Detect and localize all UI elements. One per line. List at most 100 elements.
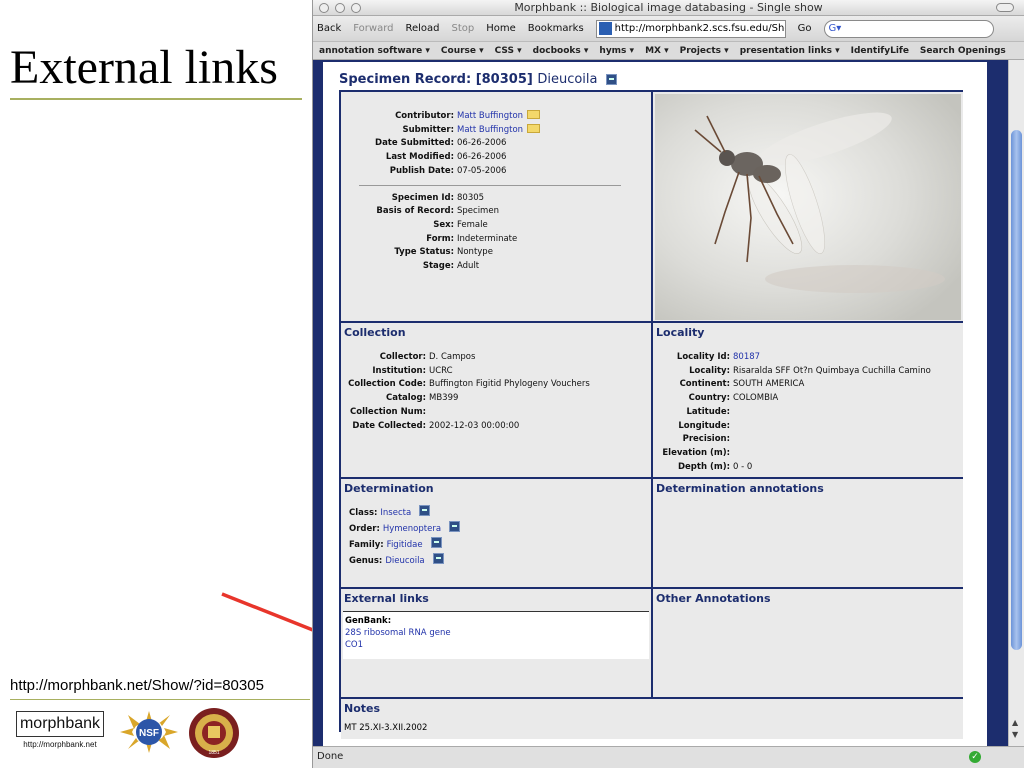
field-row: Form: Indeterminate xyxy=(341,233,651,247)
reload-button[interactable]: Reload xyxy=(406,23,440,34)
email-icon[interactable] xyxy=(527,123,541,133)
morphbank-logo-text: morphbank xyxy=(16,711,104,737)
email-icon[interactable] xyxy=(527,110,541,119)
status-text: Done xyxy=(317,751,344,762)
search-field[interactable]: G▾ xyxy=(823,19,994,38)
record-grid: Contributor: Matt Buffington Submitter: Mat… xyxy=(339,90,963,739)
field-value: Adult xyxy=(457,261,480,272)
scroll-down-icon[interactable]: ▼ xyxy=(1012,730,1018,739)
field-value[interactable]: Insecta xyxy=(380,505,411,521)
bookmark-item[interactable]: IdentifyLife xyxy=(851,46,909,56)
bookmark-item[interactable]: hyms ▾ xyxy=(599,46,634,56)
genbank-28s-link[interactable]: 28S ribosomal RNA gene xyxy=(345,627,647,639)
field-label: Publish Date: xyxy=(389,165,454,176)
bookmark-item[interactable]: CSS ▾ xyxy=(495,46,522,56)
field-row: Collector: D. Campos xyxy=(341,351,651,365)
field-label: Longitude: xyxy=(678,420,730,431)
bookmark-item[interactable]: MX ▾ xyxy=(645,46,669,56)
collection-heading: Collection xyxy=(344,326,406,339)
specimen-list: Specimen Id: 80305 Basis of Record: Specime… xyxy=(341,192,651,274)
nsf-logo: NSF xyxy=(120,711,178,753)
record-title-text: Specimen Record: [80305] xyxy=(339,72,533,87)
collection-list: Collector: D. Campos Institution: UCRC Colle… xyxy=(341,339,651,433)
field-value: Indeterminate xyxy=(457,233,518,244)
morphbank-logo-url: http://morphbank.net xyxy=(23,740,97,749)
zoom-window-icon[interactable] xyxy=(351,3,361,13)
field-value: 06-26-2006 xyxy=(457,152,507,163)
field-value: SOUTH AMERICA xyxy=(733,379,805,390)
field-label: Institution: xyxy=(372,365,426,376)
field-label: Contributor: xyxy=(395,111,454,121)
go-button[interactable]: Go xyxy=(798,23,812,34)
bookmark-item[interactable]: annotation software ▾ xyxy=(319,46,430,56)
fsu-seal: 1851 xyxy=(189,708,239,758)
field-label: Genus: xyxy=(349,556,383,566)
field-row: Depth (m): 0 - 0 xyxy=(653,461,963,475)
field-label: Last Modified: xyxy=(385,152,454,163)
record-metadata-cell: Contributor: Matt Buffington Submitter: Mat… xyxy=(341,92,651,321)
address-bar[interactable]: http://morphbank2.scs.fsu.edu/Show xyxy=(595,19,786,38)
field-label: Family: xyxy=(349,540,384,550)
bookmark-item[interactable]: docbooks ▾ xyxy=(533,46,589,56)
field-label: Continent: xyxy=(679,379,730,390)
bookmark-item[interactable]: Course ▾ xyxy=(441,46,484,56)
toolbar-toggle-icon[interactable] xyxy=(996,3,1014,12)
title-rule xyxy=(10,98,302,100)
field-row: Contributor: Matt Buffington xyxy=(341,110,651,124)
field-row: Stage: Adult xyxy=(341,260,651,274)
stop-button[interactable]: Stop xyxy=(452,23,475,34)
taxon-calendar-icon[interactable] xyxy=(449,521,461,532)
bookmarks-button[interactable]: Bookmarks xyxy=(528,23,584,34)
metadata-list: Contributor: Matt Buffington Submitter: Mat… xyxy=(341,92,651,179)
field-value[interactable]: Matt Buffington xyxy=(457,110,523,124)
field-value[interactable]: Dieucoila xyxy=(385,553,424,569)
minimize-window-icon[interactable] xyxy=(335,3,345,13)
specimen-image[interactable] xyxy=(655,94,961,320)
taxon-calendar-icon[interactable] xyxy=(430,537,442,548)
field-label: Precision: xyxy=(682,434,730,445)
determination-annotations-cell: Determination annotations xyxy=(653,479,963,587)
bookmark-item[interactable]: Search Openings xyxy=(920,46,1006,56)
taxon-calendar-icon[interactable] xyxy=(419,505,431,516)
field-value[interactable]: Figitidae xyxy=(387,537,423,553)
back-button[interactable]: Back xyxy=(317,23,341,34)
notes-heading: Notes xyxy=(344,702,381,715)
field-label: Collection Code: xyxy=(348,379,426,390)
site-favicon-icon xyxy=(598,22,612,35)
field-row: Last Modified: 06-26-2006 xyxy=(341,151,651,165)
field-row: Institution: UCRC xyxy=(341,365,651,379)
page-content: Specimen Record: [80305] Dieucoila Contr… xyxy=(323,62,987,746)
notes-text: MT 25.XI-3.XII.2002 xyxy=(344,723,428,733)
field-value[interactable]: Matt Buffington xyxy=(457,124,523,138)
field-row: Collection Code: Buffington Figitid Phylo… xyxy=(341,378,651,392)
browser-window: Morphbank :: Biological image databasing… xyxy=(312,0,1024,768)
field-label: Class: xyxy=(349,508,378,518)
home-button[interactable]: Home xyxy=(486,23,516,34)
field-value[interactable]: Hymenoptera xyxy=(383,521,441,537)
taxon-calendar-icon[interactable] xyxy=(432,553,444,564)
nsf-logo-text: NSF xyxy=(139,728,159,739)
scrollbar-thumb[interactable] xyxy=(1011,130,1022,650)
field-value[interactable]: 80187 xyxy=(733,351,760,365)
field-row: Collection Num: xyxy=(341,406,651,420)
field-row: Submitter: Matt Buffington xyxy=(341,123,651,138)
genbank-label: GenBank: xyxy=(345,616,392,626)
field-label: Locality: xyxy=(689,365,730,376)
record-calendar-icon[interactable] xyxy=(606,74,618,85)
field-label: Basis of Record: xyxy=(376,206,454,217)
bookmark-item[interactable]: Projects ▾ xyxy=(680,46,729,56)
field-value: D. Campos xyxy=(429,352,476,362)
browser-toolbar: Back Forward Reload Stop Home Bookmarks … xyxy=(313,16,1024,42)
close-window-icon[interactable] xyxy=(319,3,329,13)
scroll-up-icon[interactable]: ▲ xyxy=(1012,718,1018,727)
genbank-co1-link[interactable]: CO1 xyxy=(345,639,647,651)
bookmark-item[interactable]: presentation links ▾ xyxy=(740,46,840,56)
caption-rule xyxy=(10,699,310,700)
forward-button[interactable]: Forward xyxy=(353,23,393,34)
field-row: Class: Insecta xyxy=(341,505,651,521)
vertical-scrollbar[interactable]: ▲ ▼ xyxy=(1008,60,1024,746)
record-genus-link[interactable]: Dieucoila xyxy=(537,72,597,87)
url-caption: http://morphbank.net/Show/?id=80305 xyxy=(10,677,264,694)
field-value: Nontype xyxy=(457,247,493,258)
field-value: Buffington Figitid Phylogeny Vouchers xyxy=(429,379,590,390)
